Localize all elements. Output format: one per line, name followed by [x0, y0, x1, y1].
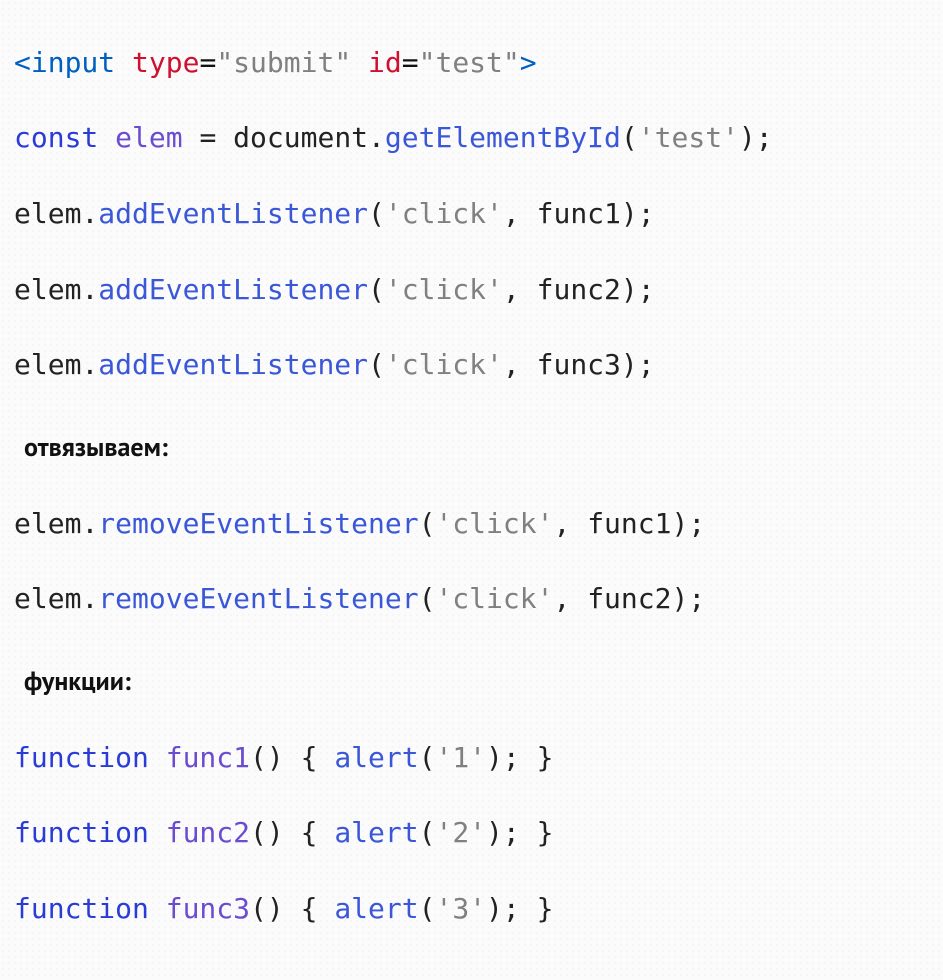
call-alert: alert: [334, 741, 418, 774]
code-line-html-input: <input type="submit" id="test">: [14, 44, 929, 82]
tag-open: <: [14, 46, 31, 79]
arg-test: 'test': [638, 121, 739, 154]
code-line-remove-1: elem.removeEventListener('click', func1)…: [14, 505, 929, 543]
tag-name: input: [31, 46, 115, 79]
keyword-function: function: [14, 741, 149, 774]
obj-document: document: [233, 121, 368, 154]
attr-type-value: "submit": [216, 46, 351, 79]
fn-name-func3: func3: [166, 892, 250, 925]
comment-unbind: отвязываем:: [14, 430, 929, 465]
code-line-add-2: elem.addEventListener('click', func2);: [14, 271, 929, 309]
attr-id: id: [368, 46, 402, 79]
code-line-fn2: function func2() { alert('2'); }: [14, 814, 929, 852]
fn-name-func2: func2: [166, 816, 250, 849]
code-line-add-3: elem.addEventListener('click', func3);: [14, 346, 929, 384]
fn-name-func1: func1: [166, 741, 250, 774]
keyword-const: const: [14, 121, 98, 154]
code-line-const-elem: const elem = document.getElementById('te…: [14, 119, 929, 157]
method-addeventlistener: addEventListener: [98, 197, 368, 230]
attr-id-value: "test": [419, 46, 520, 79]
method-getelementbyid: getElementById: [385, 121, 621, 154]
code-snippet: <input type="submit" id="test"> const el…: [0, 0, 943, 980]
code-line-fn1: function func1() { alert('1'); }: [14, 739, 929, 777]
method-removeeventlistener: removeEventListener: [98, 507, 418, 540]
attr-type: type: [132, 46, 199, 79]
code-line-fn3: function func3() { alert('3'); }: [14, 890, 929, 928]
comment-functions: функции:: [14, 664, 929, 699]
var-elem: elem: [115, 121, 182, 154]
tag-close: >: [520, 46, 537, 79]
code-line-add-1: elem.addEventListener('click', func1);: [14, 195, 929, 233]
code-line-remove-2: elem.removeEventListener('click', func2)…: [14, 580, 929, 618]
